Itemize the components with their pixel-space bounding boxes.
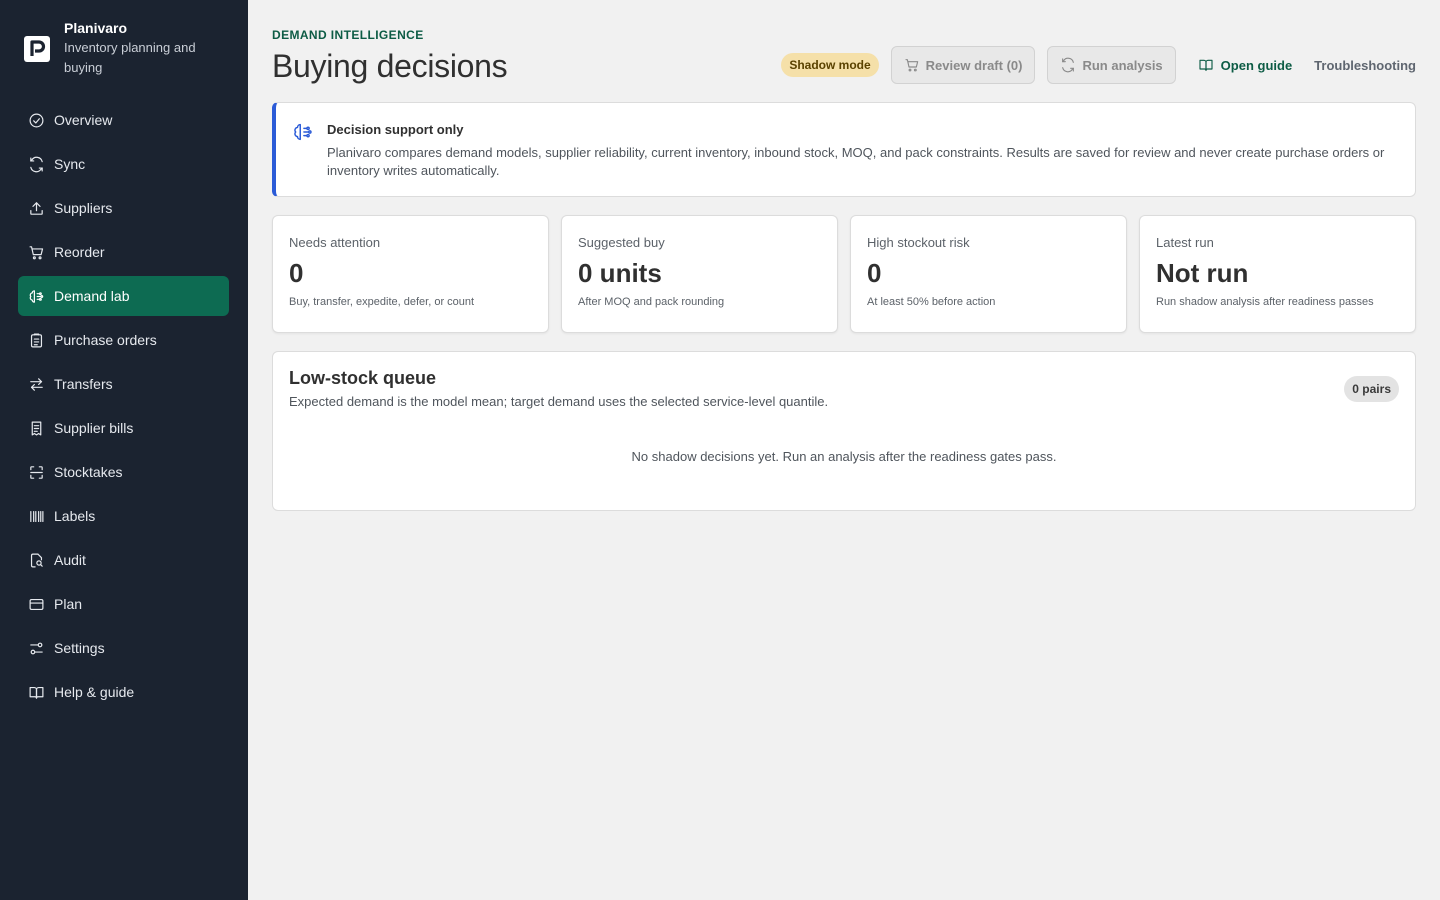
sidebar: Planivaro Inventory planning and buying … bbox=[0, 0, 248, 900]
sidebar-item-plan[interactable]: Plan bbox=[18, 584, 229, 624]
sidebar-item-help-guide[interactable]: Help & guide bbox=[18, 672, 229, 712]
sidebar-item-audit[interactable]: Audit bbox=[18, 540, 229, 580]
sliders-icon bbox=[27, 639, 45, 657]
shadow-mode-badge: Shadow mode bbox=[781, 53, 879, 77]
stat-card-high-stockout-risk: High stockout risk 0 At least 50% before… bbox=[850, 215, 1127, 333]
cart-icon bbox=[27, 243, 45, 261]
refresh-icon bbox=[27, 155, 45, 173]
sidebar-item-label: Sync bbox=[54, 156, 86, 172]
review-draft-label: Review draft (0) bbox=[925, 57, 1023, 73]
stat-value: 0 bbox=[289, 258, 304, 288]
stat-caption: At least 50% before action bbox=[867, 296, 996, 308]
file-search-icon bbox=[27, 551, 45, 569]
book-icon bbox=[27, 683, 45, 701]
sidebar-item-labels[interactable]: Labels bbox=[18, 496, 229, 536]
run-analysis-label: Run analysis bbox=[1082, 57, 1163, 73]
sidebar-item-purchase-orders[interactable]: Purchase orders bbox=[18, 320, 229, 360]
sidebar-item-label: Demand lab bbox=[54, 288, 130, 304]
stat-caption: Buy, transfer, expedite, defer, or count bbox=[289, 296, 475, 308]
clipboard-icon bbox=[27, 331, 45, 349]
sidebar-item-label: Purchase orders bbox=[54, 332, 157, 348]
page-eyebrow: DEMAND INTELLIGENCE bbox=[272, 28, 424, 42]
planivaro-logo-icon bbox=[24, 36, 50, 62]
header-actions: Shadow mode Review draft (0) Run analysi… bbox=[781, 46, 1416, 84]
barcode-icon bbox=[27, 507, 45, 525]
credit-card-icon bbox=[27, 595, 45, 613]
cart-icon bbox=[905, 59, 918, 72]
stat-card-suggested-buy: Suggested buy 0 units After MOQ and pack… bbox=[561, 215, 838, 333]
sidebar-item-transfers[interactable]: Transfers bbox=[18, 364, 229, 404]
stat-caption: Run shadow analysis after readiness pass… bbox=[1156, 296, 1374, 308]
stat-card-latest-run: Latest run Not run Run shadow analysis a… bbox=[1139, 215, 1416, 333]
stat-value: 0 bbox=[867, 258, 882, 288]
sidebar-item-label: Overview bbox=[54, 112, 113, 128]
brand-name: Planivaro bbox=[64, 20, 128, 36]
sidebar-nav: Overview Sync Suppliers Reorder Demand l… bbox=[18, 100, 229, 716]
refresh-icon bbox=[1062, 57, 1075, 73]
sidebar-item-label: Help & guide bbox=[54, 684, 135, 700]
book-icon bbox=[1199, 59, 1213, 71]
sidebar-item-label: Transfers bbox=[54, 376, 113, 392]
upload-icon bbox=[27, 199, 45, 217]
pairs-count-badge: 0 pairs bbox=[1344, 376, 1399, 402]
banner-text: Planivaro compares demand models, suppli… bbox=[327, 145, 1385, 178]
sidebar-item-sync[interactable]: Sync bbox=[18, 144, 229, 184]
sidebar-item-suppliers[interactable]: Suppliers bbox=[18, 188, 229, 228]
queue-empty-state: No shadow decisions yet. Run an analysis… bbox=[631, 449, 1057, 464]
sidebar-item-overview[interactable]: Overview bbox=[18, 100, 229, 140]
open-guide-button[interactable]: Open guide bbox=[1198, 57, 1293, 73]
brand-subtitle: Inventory planning and buying bbox=[64, 40, 196, 75]
review-draft-button[interactable]: Review draft (0) bbox=[890, 46, 1036, 84]
brain-icon bbox=[27, 287, 45, 305]
sidebar-item-label: Stocktakes bbox=[54, 464, 123, 480]
scan-icon bbox=[27, 463, 45, 481]
decision-support-banner: Decision support only Planivaro compares… bbox=[272, 102, 1416, 197]
troubleshooting-button[interactable]: Troubleshooting bbox=[1314, 58, 1416, 73]
sidebar-item-label: Supplier bills bbox=[54, 420, 134, 436]
stat-value: Not run bbox=[1156, 258, 1249, 288]
run-analysis-button[interactable]: Run analysis bbox=[1047, 46, 1176, 84]
sidebar-item-supplier-bills[interactable]: Supplier bills bbox=[18, 408, 229, 448]
check-circle-icon bbox=[27, 111, 45, 129]
stat-value: 0 units bbox=[578, 258, 662, 288]
sidebar-item-label: Reorder bbox=[54, 244, 105, 260]
sidebar-item-label: Settings bbox=[54, 640, 105, 656]
sidebar-item-label: Audit bbox=[54, 552, 86, 568]
stat-caption: After MOQ and pack rounding bbox=[578, 296, 725, 308]
sidebar-item-reorder[interactable]: Reorder bbox=[18, 232, 229, 272]
page-title: Buying decisions bbox=[272, 48, 508, 84]
stat-label: Needs attention bbox=[289, 235, 381, 250]
sidebar-item-demand-lab[interactable]: Demand lab bbox=[18, 276, 229, 316]
sidebar-item-label: Suppliers bbox=[54, 200, 113, 216]
stat-label: Latest run bbox=[1156, 235, 1214, 250]
queue-subtitle: Expected demand is the model mean; targe… bbox=[289, 394, 829, 409]
banner-title: Decision support only bbox=[327, 122, 464, 137]
stat-card-needs-attention: Needs attention 0 Buy, transfer, expedit… bbox=[272, 215, 549, 333]
stat-label: Suggested buy bbox=[578, 235, 665, 250]
receipt-icon bbox=[27, 419, 45, 437]
brand[interactable]: Planivaro Inventory planning and buying bbox=[24, 20, 234, 78]
low-stock-queue: Low-stock queue Expected demand is the m… bbox=[272, 351, 1416, 511]
sidebar-item-label: Labels bbox=[54, 508, 96, 524]
stats-row: Needs attention 0 Buy, transfer, expedit… bbox=[272, 215, 1416, 333]
brain-icon bbox=[292, 121, 314, 143]
open-guide-label: Open guide bbox=[1220, 57, 1293, 73]
sidebar-item-label: Plan bbox=[54, 596, 83, 612]
stat-label: High stockout risk bbox=[867, 235, 970, 250]
sidebar-item-settings[interactable]: Settings bbox=[18, 628, 229, 668]
sidebar-item-stocktakes[interactable]: Stocktakes bbox=[18, 452, 229, 492]
arrows-exchange-icon bbox=[27, 375, 45, 393]
queue-title: Low-stock queue bbox=[289, 368, 437, 388]
